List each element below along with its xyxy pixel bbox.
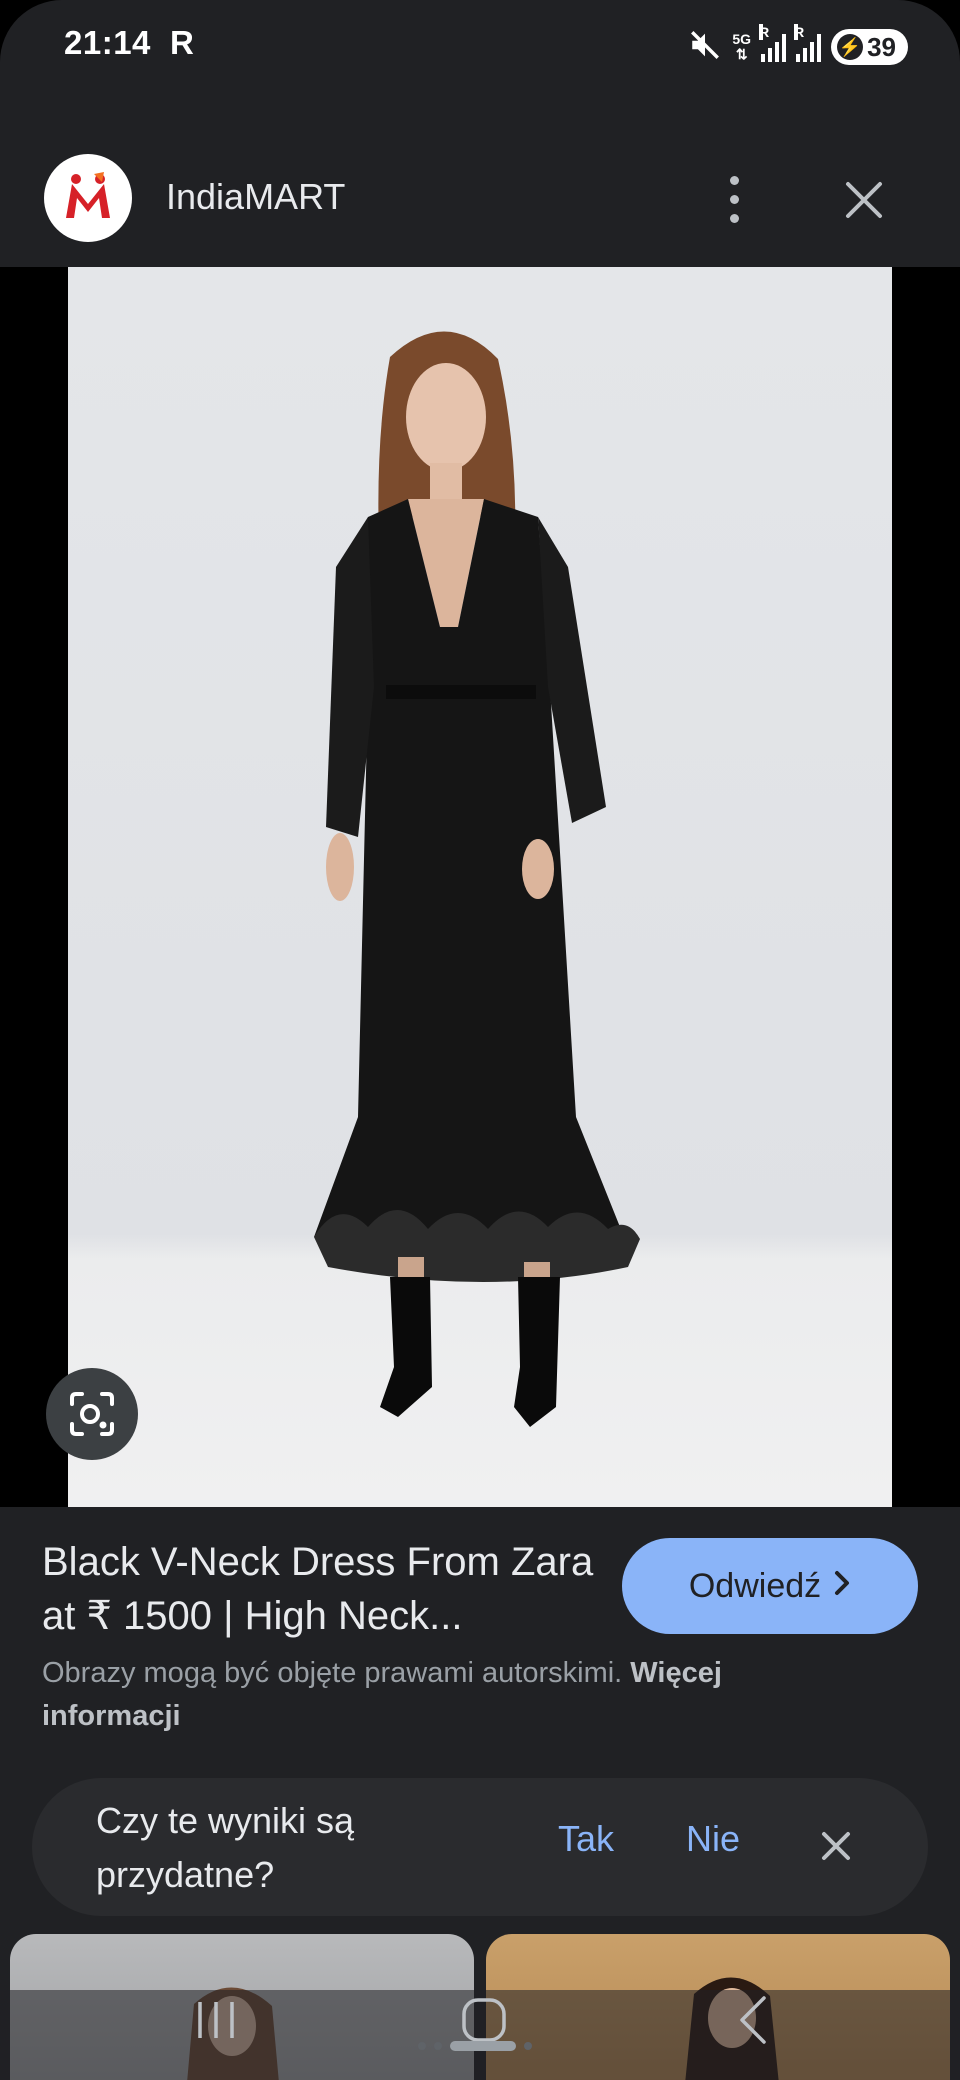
signal-icon: R <box>759 24 787 62</box>
close-icon[interactable] <box>814 1824 858 1868</box>
product-image[interactable] <box>68 267 892 1507</box>
page-indicator <box>418 2041 532 2051</box>
status-bar: 21:14 R 5G ⇅ R R ⚡ 39 <box>0 0 960 92</box>
indiamart-logo-icon <box>44 154 132 242</box>
battery-charging-icon: ⚡ 39 <box>831 29 908 65</box>
visit-button[interactable]: Odwiedź <box>622 1538 918 1634</box>
copyright-text: Obrazy mogą być objęte prawami autorskim… <box>42 1657 623 1689</box>
visit-button-label: Odwiedź <box>688 1566 822 1605</box>
back-icon[interactable] <box>730 1994 778 2046</box>
home-icon[interactable] <box>458 1994 510 2046</box>
network-type: 5G <box>732 31 752 47</box>
close-icon[interactable] <box>840 176 888 224</box>
screen: 21:14 R 5G ⇅ R R ⚡ 39 IndiaMART Black V-… <box>0 0 960 2080</box>
feedback-card: Czy te wyniki są przydatne? Tak Nie <box>32 1778 928 1916</box>
status-icons: 5G ⇅ R R ⚡ 39 <box>688 22 908 72</box>
bolt-icon: ⚡ <box>837 34 864 60</box>
mute-icon <box>688 28 722 67</box>
google-lens-icon[interactable] <box>46 1368 138 1460</box>
5g-icon: 5G ⇅ <box>732 31 752 62</box>
copyright-notice: Obrazy mogą być objęte prawami autorskim… <box>42 1652 862 1738</box>
image-preview-area <box>0 267 960 1507</box>
result-title[interactable]: Black V-Neck Dress From Zara at ₹ 1500 |… <box>42 1535 602 1643</box>
more-vert-icon[interactable] <box>712 170 756 230</box>
chevron-right-icon <box>833 1567 851 1606</box>
feedback-yes-button[interactable]: Tak <box>558 1818 614 1860</box>
signal-icon: R <box>794 24 822 62</box>
result-header: IndiaMART <box>0 140 960 270</box>
site-name: IndiaMART <box>166 176 346 217</box>
battery-level: 39 <box>867 31 896 62</box>
status-time: 21:14 <box>64 24 151 61</box>
recent-apps-icon[interactable] <box>192 1996 240 2044</box>
feedback-no-button[interactable]: Nie <box>686 1818 740 1860</box>
carrier-indicator: R <box>170 24 194 61</box>
feedback-question: Czy te wyniki są przydatne? <box>96 1800 355 1895</box>
